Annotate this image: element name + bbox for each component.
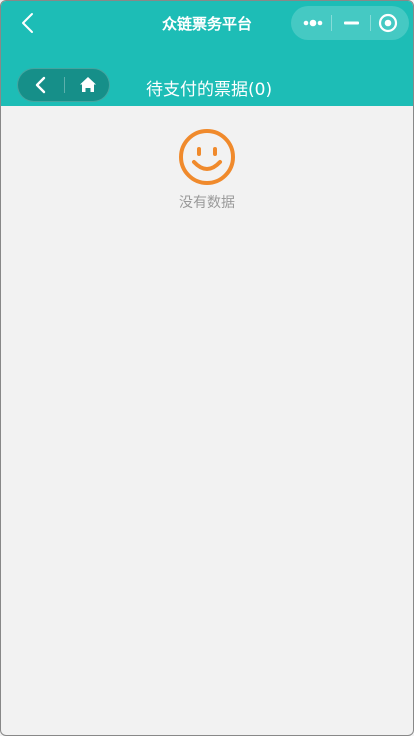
navbar: 众链票务平台: [1, 1, 413, 47]
target-circle-icon: [378, 13, 398, 33]
more-button[interactable]: [293, 6, 332, 40]
page-title: 待支付的票据(0): [146, 80, 273, 100]
home-icon: [80, 77, 96, 92]
empty-state-text: 没有数据: [179, 195, 235, 211]
minus-icon: [344, 21, 359, 25]
capsule-menu: [291, 6, 409, 40]
minimize-button[interactable]: [332, 6, 371, 40]
home-button[interactable]: [65, 69, 111, 101]
empty-state: 没有数据: [1, 128, 413, 212]
page-header: 待支付的票据(0): [1, 47, 413, 106]
header-back-button[interactable]: [18, 69, 64, 101]
chevron-left-icon: [35, 76, 46, 94]
nav-pill: [17, 68, 110, 102]
more-dots-icon: [303, 19, 323, 27]
smile-face-icon: [179, 129, 235, 185]
app-frame: 众链票务平台 待支付的票据(0) 没有数据: [0, 0, 414, 736]
close-miniprogram-button[interactable]: [370, 6, 409, 40]
